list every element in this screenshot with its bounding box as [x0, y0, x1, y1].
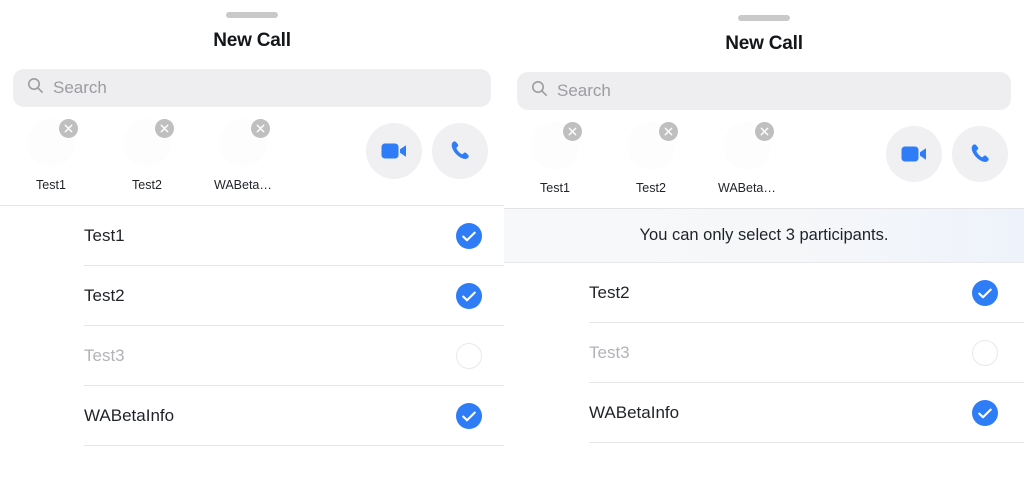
participant-chip[interactable]: WABetaI... — [214, 119, 272, 192]
contact-row[interactable]: Test3 — [0, 326, 504, 386]
call-actions — [366, 123, 488, 179]
contact-name: Test2 — [589, 283, 630, 302]
close-icon[interactable] — [59, 119, 78, 138]
page-title: New Call — [725, 33, 803, 54]
participant-chip[interactable]: Test2 — [622, 122, 680, 195]
close-icon[interactable] — [659, 122, 678, 141]
new-call-sheet-left: New Call Search Test1 Test2 WABetaI... T… — [0, 0, 504, 503]
participant-limit-toast: You can only select 3 participants. — [504, 209, 1024, 263]
search-icon — [27, 77, 44, 99]
contact-row[interactable]: WABetaInfo — [504, 383, 1024, 443]
contact-name: Test3 — [84, 346, 125, 365]
search-bar[interactable] — [517, 72, 1011, 110]
video-call-button[interactable] — [366, 123, 422, 179]
selection-checkbox-checked[interactable] — [456, 223, 482, 249]
contact-name: WABetaInfo — [84, 406, 175, 425]
participant-chip[interactable]: Test1 — [22, 119, 80, 192]
contact-name: WABetaInfo — [589, 403, 680, 422]
selection-checkbox-checked[interactable] — [456, 283, 482, 309]
close-icon[interactable] — [155, 119, 174, 138]
selection-checkbox-unchecked[interactable] — [456, 343, 482, 369]
video-call-button[interactable] — [886, 126, 942, 182]
toast-message: You can only select 3 participants. — [639, 226, 889, 244]
contact-list: You can only select 3 participants. Test… — [504, 208, 1024, 443]
close-icon[interactable] — [755, 122, 774, 141]
selected-participant-chips: Test1 Test2 WABetaI... — [22, 119, 272, 192]
selection-checkbox-checked[interactable] — [456, 403, 482, 429]
contact-row[interactable]: Test2 — [504, 263, 1024, 323]
participant-chip[interactable]: Test2 — [118, 119, 176, 192]
participant-chip-label: Test1 — [540, 181, 570, 195]
contact-name: Test1 — [84, 226, 125, 245]
search-icon — [531, 80, 548, 102]
call-actions — [886, 126, 1008, 182]
participant-chip-label: WABetaI... — [214, 178, 272, 192]
participant-chip[interactable]: Test1 — [526, 122, 584, 195]
selection-checkbox-checked[interactable] — [972, 400, 998, 426]
selection-checkbox-unchecked[interactable] — [972, 340, 998, 366]
contact-row[interactable]: WABetaInfo — [0, 386, 504, 446]
selection-checkbox-checked[interactable] — [972, 280, 998, 306]
new-call-sheet-right: New Call Search Test1 Test2 WABetaI... Y… — [504, 0, 1024, 503]
participant-chip-label: WABetaI... — [718, 181, 776, 195]
voice-call-button[interactable] — [952, 126, 1008, 182]
contact-name: Test3 — [589, 343, 630, 362]
contact-name: Test2 — [84, 286, 125, 305]
selected-participants-row: Test1 Test2 WABetaI... — [0, 113, 504, 205]
participant-chip-label: Test2 — [132, 178, 162, 192]
voice-call-button[interactable] — [432, 123, 488, 179]
sheet-grabber-area — [0, 0, 504, 18]
contact-row[interactable]: Test3 — [504, 323, 1024, 383]
search-input[interactable] — [557, 81, 997, 101]
close-icon[interactable] — [563, 122, 582, 141]
selected-participants-row: Test1 Test2 WABetaI... — [504, 116, 1024, 208]
contact-row[interactable]: Test1 — [0, 206, 504, 266]
participant-chip-label: Test1 — [36, 178, 66, 192]
participant-chip-label: Test2 — [636, 181, 666, 195]
close-icon[interactable] — [251, 119, 270, 138]
participant-chip[interactable]: WABetaI... — [718, 122, 776, 195]
selected-participant-chips: Test1 Test2 WABetaI... — [526, 122, 776, 195]
search-input[interactable] — [53, 78, 477, 98]
contact-row[interactable]: Test2 — [0, 266, 504, 326]
sheet-grabber-area — [504, 3, 1024, 21]
sheet-grabber[interactable] — [738, 15, 790, 21]
screenshot-root: New Call Search Test1 Test2 WABetaI... T… — [0, 0, 1024, 503]
sheet-grabber[interactable] — [226, 12, 278, 18]
page-title: New Call — [213, 30, 291, 51]
contact-list: Test1 Test2 Test3 WABetaInfo — [0, 205, 504, 446]
search-bar[interactable] — [13, 69, 491, 107]
